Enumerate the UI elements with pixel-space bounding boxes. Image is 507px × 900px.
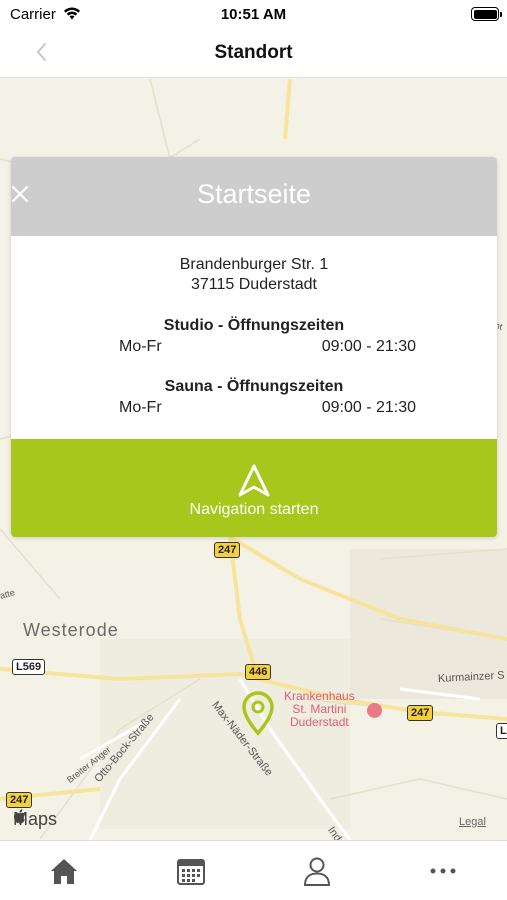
location-info-popup: Startseite Brandenburger Str. 1 37115 Du…	[11, 157, 497, 537]
close-icon[interactable]	[11, 185, 29, 203]
clock: 10:51 AM	[220, 6, 287, 23]
address-city: 37115 Duderstadt	[190, 276, 317, 293]
road-badge-l569: L569	[12, 659, 46, 675]
sauna-days: Mo-Fr	[119, 399, 162, 416]
road-badge-247-right: 247	[407, 705, 434, 721]
apple-logo-icon	[14, 809, 25, 823]
popup-body: Brandenburger Str. 1 37115 Duderstadt St…	[11, 236, 497, 439]
profile-icon[interactable]	[301, 855, 333, 887]
hospital-label: Krankenhaus St. Martini Duderstadt	[284, 690, 355, 729]
page-title: Standort	[214, 42, 293, 63]
map-view[interactable]: Westerode 247 446 247 247 L569 L Max-Näd…	[0, 79, 507, 840]
place-label-westerode: Westerode	[23, 620, 119, 640]
studio-hours: 09:00 - 21:30	[321, 338, 416, 355]
navigation-bar: Standort	[0, 30, 507, 78]
popup-title: Startseite	[196, 179, 312, 209]
calendar-icon[interactable]	[175, 855, 207, 887]
road-badge-446: 446	[245, 664, 272, 680]
apple-maps-logo: Maps	[13, 809, 57, 830]
more-icon[interactable]	[427, 855, 459, 887]
road-badge-l-right: L	[496, 723, 507, 739]
studio-hours-title: Studio - Öffnungszeiten	[163, 317, 345, 334]
battery-icon	[471, 7, 502, 21]
legal-link[interactable]: Legal	[459, 816, 486, 828]
sauna-hours: 09:00 - 21:30	[321, 399, 416, 416]
tab-bar	[0, 840, 507, 900]
hospital-icon	[367, 703, 382, 718]
navigation-arrow-icon	[238, 464, 270, 497]
popup-header: Startseite	[11, 157, 497, 236]
road-badge-247-left: 247	[6, 792, 33, 808]
status-bar: Carrier 10:51 AM	[0, 0, 507, 30]
address-street: Brandenburger Str. 1	[179, 256, 329, 273]
road-badge-247-top: 247	[214, 542, 241, 558]
location-pin-icon[interactable]	[241, 691, 275, 737]
hospital-label-line3: Duderstadt	[290, 715, 349, 729]
start-navigation-button[interactable]: Navigation starten	[11, 439, 497, 537]
sauna-hours-title: Sauna - Öffnungszeiten	[164, 378, 344, 395]
home-icon[interactable]	[48, 855, 80, 887]
start-navigation-label: Navigation starten	[189, 501, 319, 518]
studio-days: Mo-Fr	[119, 338, 162, 355]
